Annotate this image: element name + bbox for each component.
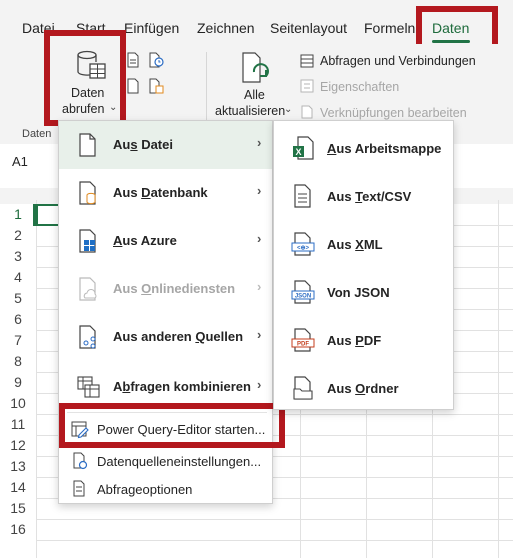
submenu-item-aus-ordner[interactable]: Aus Ordner bbox=[274, 365, 453, 413]
menu-item-aus-datenbank[interactable]: Aus Datenbank › bbox=[59, 169, 272, 217]
folder-icon bbox=[293, 376, 313, 400]
grid-line bbox=[36, 200, 37, 558]
combine-queries-icon bbox=[77, 376, 100, 398]
from-file-submenu: X Aus Arbeitsmappe Aus Text/CSV <⊕> Aus XML J… bbox=[273, 120, 454, 410]
submenu-item-label: Von JSON bbox=[327, 285, 390, 300]
refresh-all-label-2: aktualisieren bbox=[215, 104, 286, 118]
tab-formeln[interactable]: Formeln bbox=[364, 20, 415, 36]
properties-button[interactable]: Eigenschaften bbox=[320, 80, 399, 94]
chevron-right-icon: › bbox=[257, 135, 262, 150]
row-header[interactable]: 7 bbox=[0, 332, 36, 348]
menu-item-label: Aus anderen Quellen bbox=[113, 329, 244, 344]
properties-icon bbox=[300, 79, 314, 93]
database-icon bbox=[79, 181, 96, 205]
submenu-item-aus-xml[interactable]: <⊕> Aus XML bbox=[274, 221, 453, 269]
submenu-item-aus-text-csv[interactable]: Aus Text/CSV bbox=[274, 173, 453, 221]
submenu-item-label: Aus Text/CSV bbox=[327, 189, 412, 204]
refresh-all-button[interactable]: Alle aktualisieren ⌄ bbox=[214, 50, 294, 120]
ribbon-group-label: Daten bbox=[22, 128, 52, 140]
svg-text:PDF: PDF bbox=[297, 342, 309, 348]
grid-line bbox=[36, 540, 513, 541]
query-options-label: Abfrageoptionen bbox=[97, 482, 193, 497]
submenu-item-aus-pdf[interactable]: PDF Aus PDF bbox=[274, 317, 453, 365]
chevron-right-icon: › bbox=[257, 327, 262, 342]
row-header[interactable]: 10 bbox=[0, 395, 36, 411]
submenu-item-label: Aus PDF bbox=[327, 333, 382, 348]
menu-item-aus-datei[interactable]: Aus Datei › bbox=[59, 121, 272, 169]
row-header[interactable]: 16 bbox=[0, 521, 36, 537]
menu-item-label: Aus Azure bbox=[113, 233, 177, 248]
submenu-item-label: Aus Arbeitsmappe bbox=[327, 141, 442, 156]
queries-connections-icon bbox=[300, 54, 314, 68]
chevron-right-icon: › bbox=[257, 377, 262, 392]
refresh-icon bbox=[242, 52, 269, 83]
data-source-settings-icon bbox=[73, 452, 88, 470]
data-source-settings[interactable]: Datenquelleneinstellungen... bbox=[59, 447, 272, 475]
edit-links-icon bbox=[301, 105, 313, 119]
chevron-right-icon: › bbox=[257, 279, 262, 294]
file-icon bbox=[79, 133, 96, 157]
excel-workbook-icon: X bbox=[293, 136, 314, 160]
chevron-down-icon: ⌄ bbox=[284, 104, 293, 115]
edit-links-button[interactable]: Verknüpfungen bearbeiten bbox=[320, 106, 467, 120]
row-header[interactable]: 12 bbox=[0, 437, 36, 453]
submenu-item-von-json[interactable]: JSON Von JSON bbox=[274, 269, 453, 317]
row-header[interactable]: 15 bbox=[0, 500, 36, 516]
grid-line bbox=[498, 200, 499, 558]
menu-item-aus-azure[interactable]: Aus Azure › bbox=[59, 217, 272, 265]
row-header[interactable]: 9 bbox=[0, 374, 36, 390]
highlight-power-query bbox=[59, 403, 285, 448]
cloud-file-icon bbox=[79, 277, 97, 301]
refresh-all-label-1: Alle bbox=[244, 88, 265, 102]
azure-icon bbox=[79, 229, 96, 253]
other-sources-icon bbox=[79, 325, 96, 349]
row-header[interactable]: 13 bbox=[0, 458, 36, 474]
query-options[interactable]: Abfrageoptionen bbox=[59, 475, 272, 503]
chevron-right-icon: › bbox=[257, 231, 262, 246]
tab-zeichnen[interactable]: Zeichnen bbox=[197, 20, 255, 36]
submenu-item-label: Aus Ordner bbox=[327, 381, 399, 396]
row-header[interactable]: 4 bbox=[0, 269, 36, 285]
text-file-icon bbox=[294, 184, 311, 208]
row-header[interactable]: 1 bbox=[0, 206, 36, 222]
menu-item-label: Aus Datenbank bbox=[113, 185, 208, 200]
menu-item-label: Aus Onlinediensten bbox=[113, 281, 236, 296]
query-options-icon bbox=[73, 480, 85, 497]
row-header[interactable]: 2 bbox=[0, 227, 36, 243]
selected-cell-a1[interactable] bbox=[36, 204, 60, 226]
highlight-get-data bbox=[44, 30, 126, 126]
menu-item-aus-anderen-quellen[interactable]: Aus anderen Quellen › bbox=[59, 313, 272, 361]
svg-text:X: X bbox=[295, 147, 301, 157]
queries-connections-button[interactable]: Abfragen und Verbindungen bbox=[320, 54, 476, 68]
recent-sources-icon[interactable] bbox=[148, 52, 164, 68]
row-header[interactable]: 14 bbox=[0, 479, 36, 495]
xml-file-icon: <⊕> bbox=[291, 232, 315, 256]
tab-einfuegen[interactable]: Einfügen bbox=[124, 20, 179, 36]
text-csv-small-icon[interactable] bbox=[126, 52, 140, 68]
svg-text:JSON: JSON bbox=[295, 294, 311, 300]
row-header[interactable]: 8 bbox=[0, 353, 36, 369]
submenu-item-aus-arbeitsmappe[interactable]: X Aus Arbeitsmappe bbox=[274, 125, 453, 173]
chevron-right-icon: › bbox=[257, 183, 262, 198]
json-file-icon: JSON bbox=[291, 280, 315, 304]
menu-item-label: Aus Datei bbox=[113, 137, 173, 152]
pdf-file-icon: PDF bbox=[291, 328, 315, 352]
row-header[interactable]: 3 bbox=[0, 248, 36, 264]
row-header[interactable]: 5 bbox=[0, 290, 36, 306]
existing-connections-icon[interactable] bbox=[148, 78, 164, 94]
row-header[interactable]: 11 bbox=[0, 416, 36, 432]
grid-line bbox=[36, 519, 513, 520]
row-header[interactable]: 6 bbox=[0, 311, 36, 327]
svg-text:<⊕>: <⊕> bbox=[297, 246, 310, 252]
from-web-small-icon[interactable] bbox=[126, 78, 140, 94]
submenu-item-label: Aus XML bbox=[327, 237, 383, 252]
data-source-settings-label: Datenquelleneinstellungen... bbox=[97, 454, 262, 469]
ribbon-separator bbox=[206, 52, 207, 130]
menu-item-label: Abfragen kombinieren bbox=[113, 379, 251, 394]
tab-seitenlayout[interactable]: Seitenlayout bbox=[270, 20, 347, 36]
menu-item-aus-onlinediensten[interactable]: Aus Onlinediensten › bbox=[59, 265, 272, 313]
